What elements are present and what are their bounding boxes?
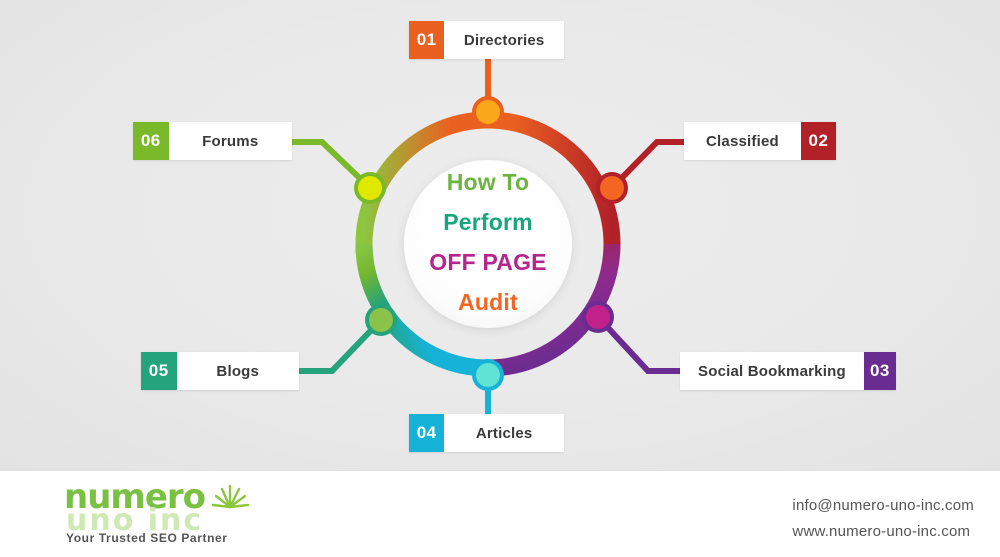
node-01-fill[interactable] <box>476 100 500 124</box>
circle-diagram <box>288 40 690 432</box>
step-number-06: 06 <box>133 122 169 160</box>
step-number-05: 05 <box>141 352 177 390</box>
step-number-03: 03 <box>863 352 896 390</box>
infographic-page: How To Perform OFF PAGE Audit 01 Directo… <box>0 0 1000 557</box>
step-text-04: Articles <box>444 414 564 452</box>
step-text-06: Forums <box>168 122 292 160</box>
step-label-blogs[interactable]: 05 Blogs <box>141 352 299 390</box>
step-label-directories[interactable]: 01 Directories <box>409 21 564 59</box>
logo-tagline: Your Trusted SEO Partner <box>66 531 228 545</box>
node-02-fill[interactable] <box>600 176 624 200</box>
contact-website[interactable]: www.numero-uno-inc.com <box>792 519 974 545</box>
step-text-05: Blogs <box>176 352 299 390</box>
step-text-02: Classified <box>684 122 801 160</box>
step-number-04: 04 <box>409 414 445 452</box>
diagram-canvas: How To Perform OFF PAGE Audit 01 Directo… <box>0 0 1000 470</box>
company-logo[interactable]: numero uno inc Your Trusted SEO Partner <box>58 479 298 545</box>
step-label-classified[interactable]: Classified 02 <box>684 122 836 160</box>
step-label-articles[interactable]: 04 Articles <box>409 414 564 452</box>
step-text-01: Directories <box>444 21 564 59</box>
footer-bar: numero uno inc Your Trusted SEO Partner … <box>0 470 1000 557</box>
step-number-02: 02 <box>800 122 836 160</box>
node-05-fill[interactable] <box>369 308 393 332</box>
step-label-forums[interactable]: 06 Forums <box>133 122 292 160</box>
node-03-fill[interactable] <box>586 305 610 329</box>
step-label-social-bookmarking[interactable]: Social Bookmarking 03 <box>680 352 896 390</box>
step-number-01: 01 <box>409 21 445 59</box>
node-06-fill[interactable] <box>358 176 382 200</box>
starburst-icon <box>211 484 250 509</box>
node-04-fill[interactable] <box>476 363 500 387</box>
contact-email[interactable]: info@numero-uno-inc.com <box>792 493 974 519</box>
center-circle <box>404 160 572 328</box>
contact-info: info@numero-uno-inc.com www.numero-uno-i… <box>792 493 974 545</box>
step-text-03: Social Bookmarking <box>680 352 864 390</box>
